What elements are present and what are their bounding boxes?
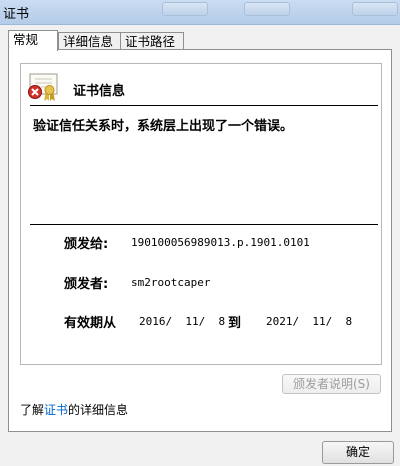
background-window-button [352, 2, 398, 16]
divider [30, 224, 378, 225]
title-bar: 证书 [0, 0, 400, 25]
valid-from-label: 有效期从 [64, 316, 117, 331]
valid-to-date: 2021/ 11/ 8 [266, 315, 353, 328]
issued-to-value: 190100056989013.p.1901.0101 [131, 236, 310, 249]
issuer-statement-button[interactable]: 颁发者说明(S) [282, 374, 381, 394]
issued-to-label: 颁发给: [64, 237, 109, 252]
certificate-link[interactable]: 证书 [44, 403, 68, 417]
tab-certification-path[interactable]: 证书路径 [120, 32, 184, 50]
trust-error-message: 验证信任关系时，系统层上出现了一个错误。 [33, 119, 294, 134]
certificate-error-icon [28, 73, 58, 101]
learn-more-prefix: 了解 [20, 403, 45, 417]
tab-general[interactable]: 常规 [8, 30, 58, 51]
background-window-button [244, 2, 290, 16]
divider [30, 105, 378, 106]
tab-details[interactable]: 详细信息 [58, 32, 122, 50]
background-window-button [162, 2, 208, 16]
issued-by-value: sm2rootcaper [131, 276, 211, 289]
ok-button[interactable]: 确定 [322, 441, 394, 464]
valid-from-date: 2016/ 11/ 8 [139, 315, 226, 328]
valid-to-label: 到 [228, 316, 242, 331]
certificate-info-heading: 证书信息 [73, 84, 126, 99]
window-title: 证书 [3, 7, 30, 22]
learn-more-text: 了解证书的详细信息 [20, 401, 128, 418]
issued-by-label: 颁发者: [64, 277, 109, 292]
learn-more-suffix: 的详细信息 [68, 403, 129, 417]
